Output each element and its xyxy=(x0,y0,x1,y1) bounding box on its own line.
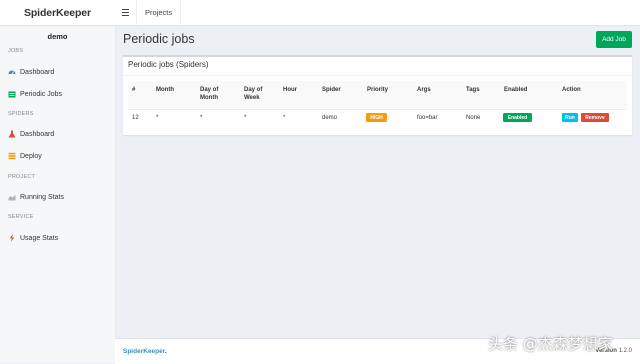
sidebar-section-spiders: SPIDERS xyxy=(8,111,34,117)
sidebar-item-label: Running Stats xyxy=(20,193,64,201)
box-divider xyxy=(123,75,632,76)
col-spider: Spider xyxy=(322,87,341,93)
flask-icon xyxy=(8,130,16,138)
list-icon xyxy=(8,152,16,160)
col-day-of-week: Day of Week xyxy=(244,86,262,102)
sidebar-item-periodic-jobs[interactable]: Periodic Jobs xyxy=(8,88,62,100)
col-day-of-month: Day of Month xyxy=(200,86,218,102)
add-job-button[interactable]: Add Job xyxy=(596,31,632,48)
footer-brand-text: SpiderKeeper xyxy=(123,348,165,355)
cell-day-of-month: * xyxy=(200,115,203,121)
sidebar-item-label: Usage Stats xyxy=(20,234,59,242)
top-header: SpiderKeeper Projects xyxy=(0,0,640,26)
sidebar-item-dashboard-spiders[interactable]: Dashboard xyxy=(8,128,54,140)
cell-month: * xyxy=(156,115,159,121)
cell-hour: * xyxy=(283,115,286,121)
sidebar-item-running-stats[interactable]: Running Stats xyxy=(8,191,64,203)
sidebar-item-usage-stats[interactable]: Usage Stats xyxy=(8,232,58,244)
footer-brand[interactable]: SpiderKeeper. xyxy=(123,348,167,355)
menu-toggle-icon[interactable] xyxy=(118,6,132,19)
cell-day-of-week: * xyxy=(244,115,247,121)
sidebar-section-jobs: JOBS xyxy=(8,48,24,54)
cell-args: foo=bar xyxy=(417,115,438,121)
enabled-badge[interactable]: Enabled xyxy=(503,113,532,122)
col-day-of-month-line2: Month xyxy=(200,95,218,101)
sidebar: demo JOBS Dashboard Periodic Jobs SPIDER… xyxy=(0,26,116,363)
calendar-icon xyxy=(8,90,16,98)
sidebar-item-label: Periodic Jobs xyxy=(20,90,63,98)
col-tags: Tags xyxy=(466,87,480,93)
area-chart-icon xyxy=(8,193,16,201)
row-divider xyxy=(128,109,627,110)
dashboard-icon xyxy=(8,68,16,76)
sidebar-item-label: Dashboard xyxy=(20,130,55,138)
watermark: 头条 @杰森梦想家 xyxy=(488,335,613,353)
sidebar-section-project: PROJECT xyxy=(8,174,36,180)
remove-button[interactable]: Remove xyxy=(581,113,609,122)
cell-spider: demo xyxy=(322,115,338,121)
box-title: Periodic jobs (Spiders) xyxy=(128,60,209,69)
page-title: Periodic jobs xyxy=(123,32,195,46)
col-action: Action xyxy=(562,87,581,93)
col-day-of-week-line2: Week xyxy=(244,95,260,101)
run-button[interactable]: Run xyxy=(562,113,578,122)
sidebar-item-deploy[interactable]: Deploy xyxy=(8,150,42,162)
sidebar-user: demo xyxy=(47,32,68,41)
col-month: Month xyxy=(156,87,174,93)
bolt-icon xyxy=(8,234,16,242)
sidebar-item-label: Deploy xyxy=(20,152,42,160)
sidebar-section-service: SERVICE xyxy=(8,214,34,220)
col-id: # xyxy=(132,87,136,93)
app-logo[interactable]: SpiderKeeper xyxy=(0,0,115,25)
footer-brand-dot: . xyxy=(164,348,167,355)
nav-projects[interactable]: Projects xyxy=(136,0,182,25)
sidebar-item-label: Dashboard xyxy=(20,68,55,76)
cell-tags: None xyxy=(466,115,481,121)
version-number: 1.2.0 xyxy=(618,348,632,354)
cell-id: 12 xyxy=(132,115,139,121)
col-priority: Priority xyxy=(367,87,389,93)
sidebar-item-dashboard-jobs[interactable]: Dashboard xyxy=(8,66,54,78)
priority-badge: HIGH xyxy=(366,113,387,122)
col-day-of-month-line1: Day of xyxy=(200,87,219,93)
col-args: Args xyxy=(417,87,431,93)
col-hour: Hour xyxy=(283,87,297,93)
col-enabled: Enabled xyxy=(504,87,528,93)
col-day-of-week-line1: Day of xyxy=(244,87,263,93)
